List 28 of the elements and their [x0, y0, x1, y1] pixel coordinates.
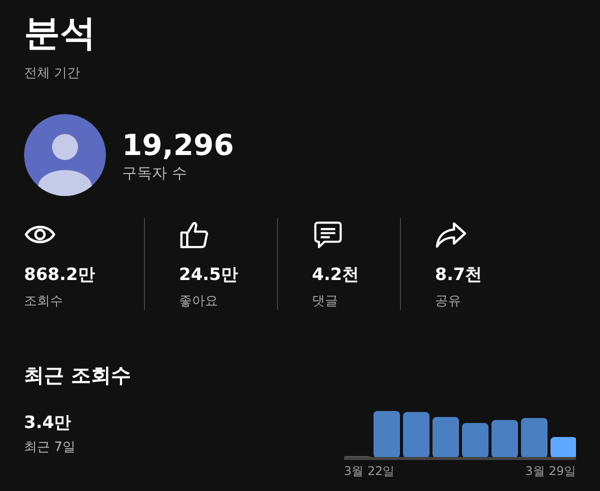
period-label: 전체 기간	[24, 65, 82, 82]
stat-value: 868.2만	[24, 264, 96, 286]
comment-icon	[312, 220, 344, 249]
chart-bar	[374, 411, 400, 458]
thumbs-up-icon	[179, 220, 209, 249]
axis-label: 3월 22일	[344, 463, 395, 480]
stat-value: 24.5만	[179, 264, 239, 286]
section-title: 최근 조회수	[24, 362, 132, 389]
chart-bar	[492, 420, 518, 458]
chart-bar	[462, 423, 488, 458]
stat-value: 8.7천	[435, 264, 484, 286]
chart-bar	[521, 418, 548, 458]
recent-period-label: 최근 7일	[24, 439, 76, 456]
subscriber-count: 19,296	[122, 128, 234, 162]
axis-label: 3월 29일	[525, 463, 576, 480]
recent-views-value: 3.4만	[24, 412, 72, 434]
stat-value: 4.2천	[312, 264, 360, 286]
stat-label: 조회수	[24, 293, 64, 310]
stat-label: 좋아요	[179, 293, 219, 310]
page-title: 분석	[24, 12, 97, 56]
stat-label: 댓글	[312, 293, 339, 310]
stat-label: 공유	[435, 293, 462, 310]
chart-bar	[432, 417, 459, 458]
chart-bar	[550, 437, 576, 458]
subscriber-label: 구독자 수	[122, 164, 188, 182]
chart-bar	[403, 412, 430, 458]
share-icon	[435, 220, 467, 249]
avatar-icon	[24, 114, 106, 196]
